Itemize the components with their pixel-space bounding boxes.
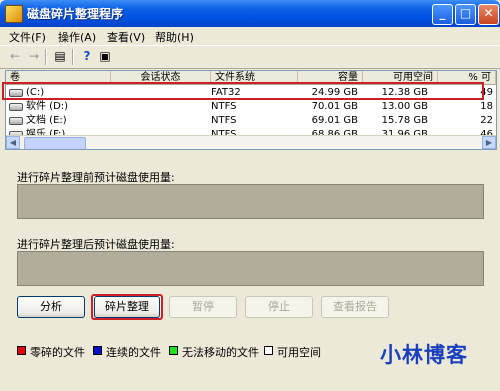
close-button[interactable]: ✕ bbox=[478, 4, 499, 25]
menu-file[interactable]: 文件(F) bbox=[9, 29, 46, 45]
toolbar bbox=[0, 45, 500, 69]
free-space-label: 可用空间 bbox=[277, 346, 321, 359]
volume-capacity: 70.01 GB bbox=[311, 101, 358, 112]
forward-arrow-icon[interactable]: → bbox=[27, 49, 41, 63]
volume-row-e[interactable]: 文档 (E:) NTFS 69.01 GB 15.78 GB 22 bbox=[6, 114, 496, 128]
menu-action[interactable]: 操作(A) bbox=[58, 29, 96, 45]
after-usage-display bbox=[17, 251, 484, 286]
fragmented-files-label: 零碎的文件 bbox=[30, 346, 85, 359]
back-arrow-icon[interactable]: ← bbox=[8, 49, 22, 63]
window-title: 磁盘碎片整理程序 bbox=[27, 7, 124, 21]
contiguous-files-label: 连续的文件 bbox=[106, 346, 161, 359]
show-hide-icon[interactable]: ▣ bbox=[98, 49, 112, 63]
unmovable-files-label: 无法移动的文件 bbox=[182, 346, 259, 359]
analyze-button[interactable]: 分析 bbox=[17, 296, 85, 318]
contiguous-files-swatch bbox=[93, 346, 102, 355]
scrollbar-thumb[interactable] bbox=[24, 137, 86, 149]
selected-volume-highlight bbox=[2, 82, 484, 100]
unmovable-files-swatch bbox=[169, 346, 178, 355]
scroll-right-icon[interactable]: ▶ bbox=[482, 136, 496, 149]
volume-free: 15.78 GB bbox=[381, 115, 428, 126]
drive-icon bbox=[9, 117, 23, 125]
volume-percent-free: 22 bbox=[480, 115, 493, 126]
before-usage-label: 进行碎片整理前预计磁盘使用量: bbox=[17, 171, 175, 184]
volume-name: 软件 (D:) bbox=[26, 101, 69, 112]
volume-free: 13.00 GB bbox=[381, 101, 428, 112]
volume-capacity: 69.01 GB bbox=[311, 115, 358, 126]
maximize-button[interactable]: □ bbox=[455, 4, 476, 25]
drive-icon bbox=[9, 103, 23, 111]
toolbar-separator bbox=[45, 49, 47, 65]
volume-fs: NTFS bbox=[211, 101, 237, 112]
before-usage-display bbox=[17, 184, 484, 219]
volume-name: 文档 (E:) bbox=[26, 115, 67, 126]
after-usage-label: 进行碎片整理后预计磁盘使用量: bbox=[17, 238, 175, 251]
pause-button[interactable]: 暂停 bbox=[169, 296, 237, 318]
menu-help[interactable]: 帮助(H) bbox=[155, 29, 194, 45]
fragmented-files-swatch bbox=[17, 346, 26, 355]
help-icon[interactable]: ? bbox=[80, 49, 94, 63]
toolbar-separator bbox=[72, 49, 74, 65]
volume-row-d[interactable]: 软件 (D:) NTFS 70.01 GB 13.00 GB 18 bbox=[6, 100, 496, 114]
view-report-button[interactable]: 查看报告 bbox=[321, 296, 389, 318]
scroll-left-icon[interactable]: ◀ bbox=[6, 136, 20, 149]
console-tree-icon[interactable]: ▤ bbox=[53, 49, 67, 63]
volume-fs: NTFS bbox=[211, 115, 237, 126]
free-space-swatch bbox=[264, 346, 273, 355]
volume-percent-free: 18 bbox=[480, 101, 493, 112]
stop-button[interactable]: 停止 bbox=[245, 296, 313, 318]
defrag-app-icon bbox=[5, 5, 23, 23]
horizontal-scrollbar[interactable]: ◀ ▶ bbox=[6, 135, 496, 149]
menu-view[interactable]: 查看(V) bbox=[107, 29, 145, 45]
blog-watermark: 小林博客 bbox=[380, 343, 468, 367]
minimize-button[interactable]: _ bbox=[432, 4, 453, 25]
defragment-button[interactable]: 碎片整理 bbox=[94, 296, 160, 318]
